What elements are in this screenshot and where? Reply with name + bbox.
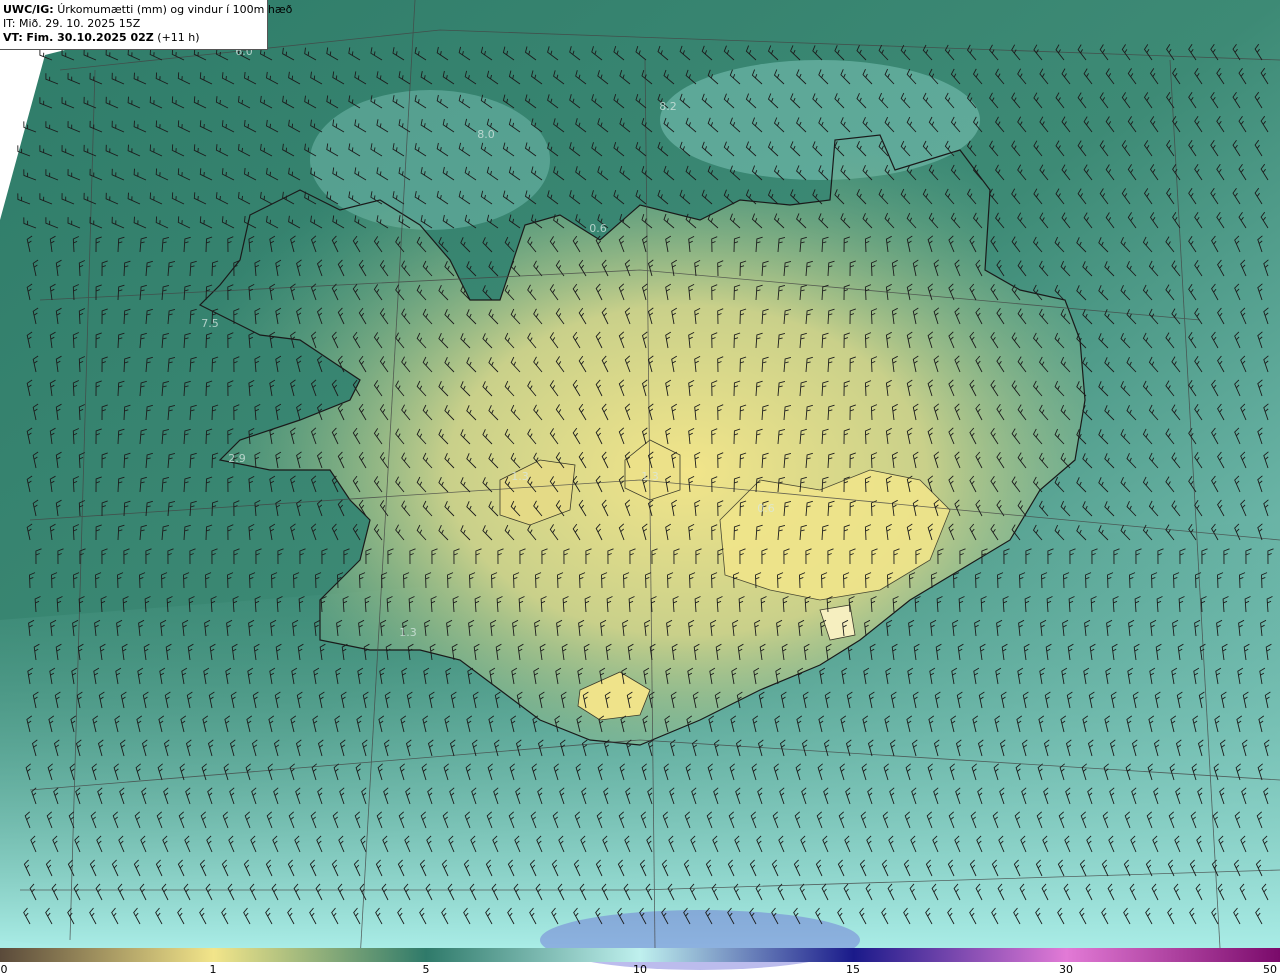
colorbar-tick-1: 1: [209, 963, 217, 976]
colorbar-tick-5: 5: [422, 963, 430, 976]
valid-time-line: VT: Fim. 30.10.2025 02Z (+11 h): [3, 31, 267, 45]
value-label: 1.3: [399, 626, 417, 639]
value-label: 1.3: [511, 470, 529, 483]
value-label: 7.5: [201, 317, 219, 330]
valid-label: VT:: [3, 31, 23, 44]
initial-time: IT: Mið. 29. 10. 2025 15Z: [3, 17, 141, 30]
colorbar-labels: 0 1 5 10 15 30 50: [0, 962, 1280, 978]
title-box: UWC/IG: Úrkomumætti (mm) og vindur í 100…: [0, 0, 292, 50]
value-label: 0.6: [589, 222, 607, 235]
title-line: UWC/IG: Úrkomumætti (mm) og vindur í 100…: [3, 3, 292, 17]
colorbar-tick-10: 10: [633, 963, 647, 976]
colorbar-tick-30: 30: [1059, 963, 1073, 976]
model-name: UWC/IG:: [3, 3, 54, 16]
field-name: Úrkomumætti (mm) og vindur í 100m hæð: [57, 3, 293, 16]
value-label: 1.3: [641, 470, 659, 483]
valid-time: Fim. 30.10.2025 02Z: [26, 31, 154, 44]
lead-time: (+11 h): [157, 31, 200, 44]
value-label: 2.9: [228, 452, 246, 465]
colorbar: [0, 948, 1280, 962]
colorbar-tick-50: 50: [1263, 963, 1277, 976]
value-label: 8.2: [659, 100, 677, 113]
forecast-map: 6.0 8.2 8.0 7.5 2.9 1.3 0.6 1.3 0.6 1.3 UWC/IG: Ú…: [0, 0, 1280, 978]
colorbar-tick-15: 15: [846, 963, 860, 976]
colorbar-tick-0: 0: [0, 963, 8, 976]
value-label: 0.6: [757, 502, 775, 515]
value-label: 8.0: [477, 128, 495, 141]
map-canvas: 6.08.28.07.52.91.30.61.30.61.3: [0, 0, 1280, 978]
